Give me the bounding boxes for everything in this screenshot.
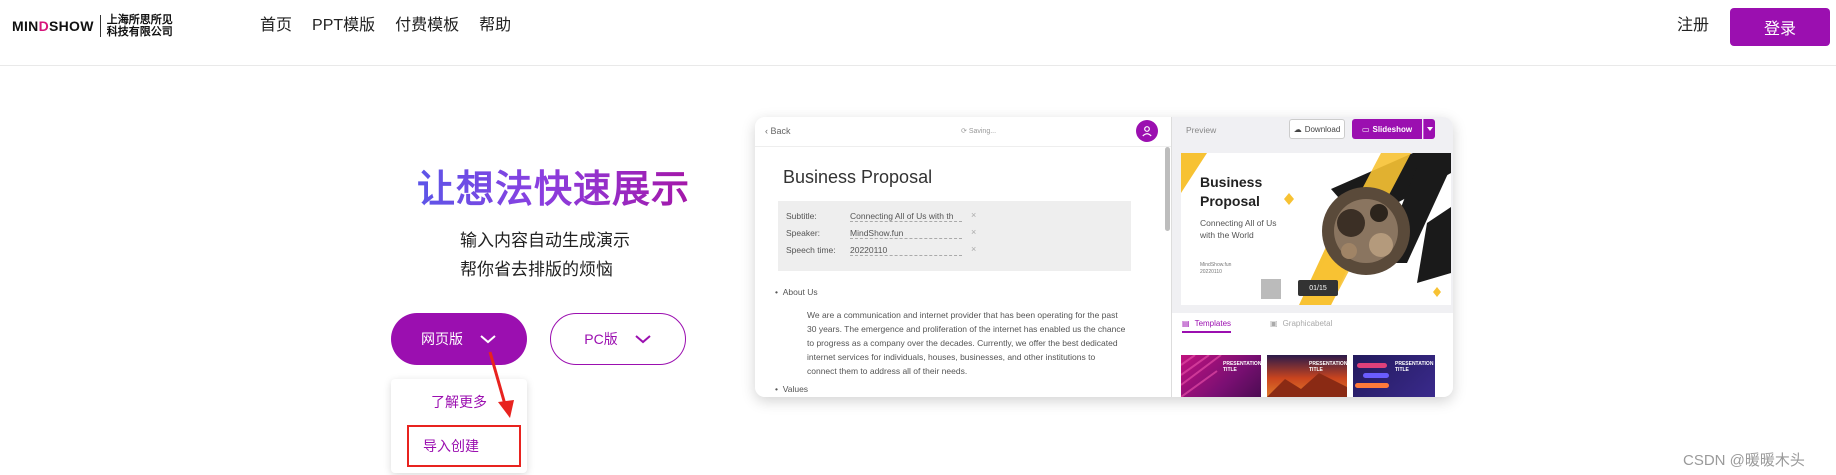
editor-scrollbar[interactable] — [1165, 147, 1170, 231]
template-icon: ▤ — [1182, 319, 1190, 328]
download-button[interactable]: ☁ Download — [1289, 119, 1345, 139]
pc-version-button[interactable]: PC版 — [550, 313, 686, 365]
back-link[interactable]: ‹ Back — [765, 126, 791, 136]
screen-icon: ▭ — [1361, 124, 1370, 134]
product-screenshot: ‹ Back ⟳ Saving... Business Proposal Sub… — [755, 117, 1453, 397]
red-annotation-arrow-icon — [488, 351, 514, 418]
logo[interactable]: MINDSHOW 上海所思所见 科技有限公司 — [12, 13, 179, 39]
preview-label: Preview — [1186, 125, 1217, 135]
login-button[interactable]: 登录 — [1730, 8, 1830, 46]
slide-title-line1: Business — [1200, 174, 1263, 190]
register-link[interactable]: 注册 — [1677, 15, 1709, 37]
speaker-field[interactable]: MindShow.fun — [850, 228, 962, 239]
chevron-down-icon — [635, 335, 651, 344]
editor-toolbar: ‹ Back ⟳ Saving... — [755, 117, 1171, 147]
document-title[interactable]: Business Proposal — [783, 167, 932, 188]
graphics-icon: ▣ — [1270, 319, 1278, 328]
logo-wordmark: MINDSHOW — [12, 18, 94, 34]
slideshow-button[interactable]: ▭ Slideshow — [1352, 119, 1422, 139]
saving-label: Saving... — [968, 128, 997, 135]
tab-graphics[interactable]: ▣ Graphicabetal — [1270, 319, 1332, 328]
hero-title: 让想法快速展示 — [417, 158, 690, 213]
clear-icon[interactable]: × — [971, 227, 976, 237]
about-us-bullet[interactable]: We are a communication and internet prov… — [807, 308, 1127, 378]
slideshow-label: Slideshow — [1372, 124, 1413, 134]
logo-company-line2: 科技有限公司 — [106, 26, 173, 38]
slide-preview[interactable]: Business Proposal Connecting All of Us w… — [1181, 153, 1451, 305]
pc-version-label: PC版 — [584, 331, 618, 347]
editor-panel: ‹ Back ⟳ Saving... Business Proposal Sub… — [755, 117, 1171, 397]
slideshow-dropdown-icon[interactable] — [1423, 119, 1435, 139]
main-nav: 首页 PPT模版 付费模板 帮助 — [260, 14, 531, 38]
web-version-label: 网页版 — [421, 331, 463, 347]
subtitle-field[interactable]: Connecting All of Us with th — [850, 211, 962, 222]
hero-subtitle-line1: 输入内容自动生成演示 — [460, 231, 630, 250]
logo-company-line1: 上海所思所见 — [106, 14, 173, 26]
thumbnail-title: PRESENTATION TITLE — [1395, 361, 1434, 373]
logo-company-name: 上海所思所见 科技有限公司 — [107, 14, 179, 38]
preview-panel: Preview ☁ Download ▭ Slideshow Business … — [1171, 117, 1453, 397]
section-about-us[interactable]: • About Us — [775, 287, 818, 297]
slide-title: Business Proposal — [1200, 173, 1262, 211]
clear-icon[interactable]: × — [971, 210, 976, 220]
dropdown-import-create[interactable]: 导入创建 — [407, 425, 521, 467]
user-avatar-icon[interactable] — [1136, 120, 1158, 142]
clear-icon[interactable]: × — [971, 244, 976, 254]
watermark: CSDN @暖暖木头 — [1683, 452, 1805, 469]
dropdown-import-create-label: 导入创建 — [423, 438, 479, 454]
hero-subtitle-line2: 帮你省去排版的烦恼 — [460, 260, 613, 279]
back-label: Back — [770, 126, 791, 136]
slide-nav-button[interactable] — [1261, 279, 1281, 299]
nav-paid-templates[interactable]: 付费模板 — [395, 14, 459, 38]
speech-time-field[interactable]: 20220110 — [850, 245, 962, 256]
template-thumbnail[interactable]: PRESENTATION TITLE — [1353, 355, 1435, 397]
cloud-download-icon: ☁ — [1293, 124, 1302, 134]
template-tabs-area: ▤ Templates ▣ Graphicabetal PRESENTATION… — [1172, 313, 1453, 397]
section-values-label: Values — [782, 384, 809, 394]
slide-meta-line1: MindShow.fun — [1200, 262, 1232, 268]
slide-meta-line2: 20220110 — [1200, 269, 1222, 275]
thumbnail-title: PRESENTATION TITLE — [1223, 361, 1261, 373]
section-about-us-label: About Us — [782, 287, 818, 297]
slide-subtitle: Connecting All of Us with the World — [1200, 218, 1277, 240]
chevron-down-icon — [480, 335, 496, 344]
slide-meta: MindShow.fun 20220110 — [1200, 262, 1231, 276]
top-header: MINDSHOW 上海所思所见 科技有限公司 首页 PPT模版 付费模板 帮助 … — [0, 0, 1836, 66]
saving-status: ⟳ Saving... — [961, 128, 997, 135]
template-thumbnail[interactable]: PRESENTATION TITLE — [1267, 355, 1347, 397]
nav-ppt-templates[interactable]: PPT模版 — [312, 14, 375, 38]
nav-home[interactable]: 首页 — [260, 14, 292, 38]
metadata-box: Subtitle: Connecting All of Us with th ×… — [778, 201, 1131, 271]
thumbnail-title: PRESENTATION TITLE — [1309, 361, 1347, 373]
speech-time-label: Speech time: — [786, 245, 836, 255]
dropdown-learn-more[interactable]: 了解更多 — [431, 392, 487, 412]
download-label: Download — [1304, 124, 1341, 134]
slide-title-line2: Proposal — [1200, 193, 1260, 209]
template-thumbnail[interactable]: PRESENTATION TITLE — [1181, 355, 1261, 397]
speaker-label: Speaker: — [786, 228, 821, 238]
tab-templates-label: Templates — [1194, 319, 1232, 328]
logo-divider — [99, 15, 101, 37]
page-indicator: 01/15 — [1298, 280, 1338, 296]
section-values[interactable]: • Values — [775, 384, 808, 394]
nav-help[interactable]: 帮助 — [479, 14, 511, 38]
hero-subtitle: 输入内容自动生成演示 帮你省去排版的烦恼 — [460, 226, 630, 284]
subtitle-label: Subtitle: — [786, 211, 817, 221]
tab-templates[interactable]: ▤ Templates — [1182, 319, 1232, 333]
tab-graphics-label: Graphicabetal — [1282, 319, 1333, 328]
